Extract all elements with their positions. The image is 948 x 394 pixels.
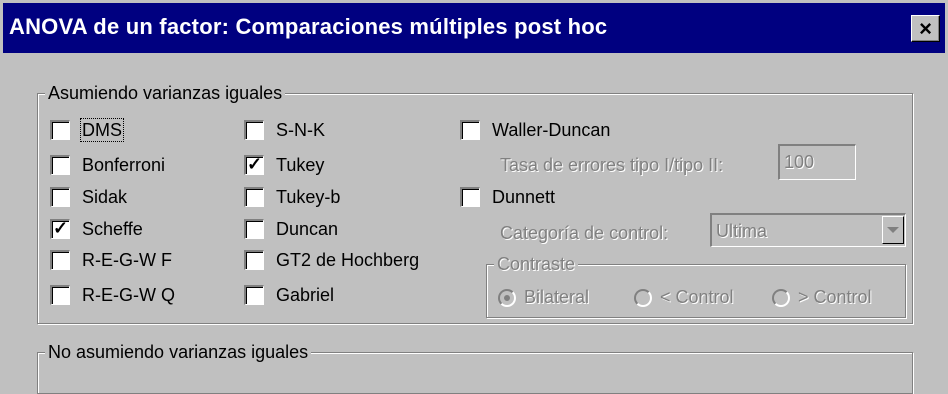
error-ratio-label: Tasa de errores tipo I/tipo II: <box>500 155 724 175</box>
checkbox-regwf[interactable]: R-E-G-W F <box>50 250 172 270</box>
radio-button[interactable] <box>634 288 652 307</box>
checkbox-dunnett[interactable]: Dunnett <box>460 187 555 207</box>
checkbox-label: Scheffe <box>82 219 143 239</box>
checkbox-box[interactable] <box>244 250 264 270</box>
title-bar[interactable]: ANOVA de un factor: Comparaciones múltip… <box>3 3 945 53</box>
checkbox-label: Dunnett <box>492 187 556 207</box>
control-category-value: Ultima <box>716 221 768 241</box>
checkbox-regwq[interactable]: R-E-G-W Q <box>50 285 175 305</box>
checkbox-sidak[interactable]: Sidak <box>50 187 127 207</box>
checkbox-label: Waller-Duncan <box>492 120 611 140</box>
checkbox-box[interactable] <box>50 155 70 175</box>
checkbox-label: S-N-K <box>276 120 325 140</box>
checkmark-icon: ✓ <box>246 154 263 174</box>
close-icon: × <box>919 16 932 41</box>
checkbox-duncan[interactable]: Duncan <box>244 219 338 239</box>
equal-variances-legend: Asumiendo varianzas iguales <box>45 83 286 103</box>
window-title: ANOVA de un factor: Comparaciones múltip… <box>9 14 608 39</box>
checkbox-box[interactable] <box>50 187 70 207</box>
radio-dot-icon <box>504 294 510 301</box>
checkbox-label: Bonferroni <box>82 155 166 175</box>
checkbox-box[interactable] <box>50 120 70 140</box>
unequal-variances-legend: No asumiendo varianzas iguales <box>45 342 312 362</box>
checkbox-label: Duncan <box>276 219 339 239</box>
checkbox-dms[interactable]: DMS <box>50 118 124 142</box>
radio-greater-control[interactable]: > Control <box>772 287 872 308</box>
checkbox-label: Gabriel <box>276 285 335 305</box>
radio-label: < Control <box>660 287 734 307</box>
radio-label: > Control <box>798 287 872 307</box>
checkbox-label: Tukey-b <box>276 187 341 207</box>
radio-bilateral[interactable]: Bilateral <box>498 287 589 308</box>
checkbox-box[interactable] <box>460 187 480 207</box>
control-category-select[interactable]: Ultima <box>710 213 906 247</box>
checkbox-gt2-hochberg[interactable]: GT2 de Hochberg <box>244 250 419 270</box>
checkbox-box[interactable] <box>460 120 480 140</box>
checkbox-box[interactable] <box>244 285 264 305</box>
close-button[interactable]: × <box>911 15 940 42</box>
checkbox-label: Tukey <box>276 155 325 175</box>
radio-button[interactable] <box>772 288 790 307</box>
checkbox-box[interactable]: ✓ <box>244 154 264 175</box>
radio-less-control[interactable]: < Control <box>634 287 734 308</box>
checkbox-label: DMS <box>80 118 124 142</box>
checkbox-box[interactable] <box>244 120 264 140</box>
contrast-legend: Contraste <box>494 254 579 274</box>
checkbox-scheffe[interactable]: ✓ Scheffe <box>50 218 143 239</box>
checkbox-box[interactable] <box>50 285 70 305</box>
radio-button[interactable] <box>498 288 516 307</box>
checkbox-box[interactable] <box>244 187 264 207</box>
checkbox-label: Sidak <box>82 187 128 207</box>
checkbox-gabriel[interactable]: Gabriel <box>244 285 334 305</box>
checkbox-box[interactable] <box>244 219 264 239</box>
checkmark-icon: ✓ <box>52 218 69 238</box>
checkbox-label: R-E-G-W F <box>82 250 172 270</box>
dialog-window: ANOVA de un factor: Comparaciones múltip… <box>0 0 948 394</box>
checkbox-label: GT2 de Hochberg <box>276 250 420 270</box>
checkbox-tukey[interactable]: ✓ Tukey <box>244 154 325 175</box>
checkbox-box[interactable]: ✓ <box>50 218 70 239</box>
control-category-label: Categoría de control: <box>500 223 669 243</box>
checkbox-snk[interactable]: S-N-K <box>244 120 325 140</box>
checkbox-bonferroni[interactable]: Bonferroni <box>50 155 165 175</box>
checkbox-tukey-b[interactable]: Tukey-b <box>244 187 340 207</box>
checkbox-label: R-E-G-W Q <box>82 285 175 305</box>
chevron-down-icon[interactable] <box>882 216 904 244</box>
checkbox-waller-duncan[interactable]: Waller-Duncan <box>460 120 610 140</box>
error-ratio-input[interactable]: 100 <box>778 144 856 180</box>
radio-label: Bilateral <box>524 287 590 307</box>
checkbox-box[interactable] <box>50 250 70 270</box>
